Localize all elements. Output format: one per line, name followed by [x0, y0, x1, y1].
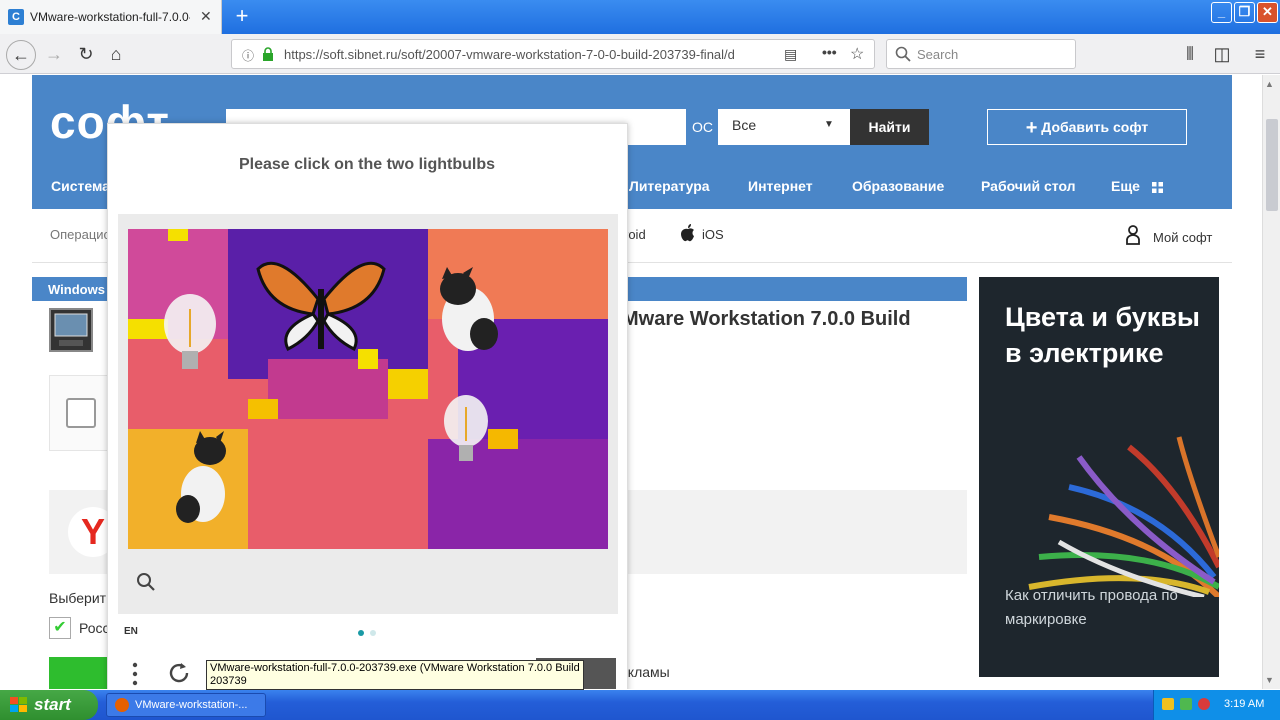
windows-logo-icon [10, 697, 28, 713]
taskbar-item-firefox[interactable]: VMware-workstation-... [106, 693, 266, 717]
scroll-down-icon[interactable]: ▼ [1265, 675, 1274, 685]
refresh-icon[interactable] [166, 660, 192, 686]
find-button[interactable]: Найти [850, 109, 929, 145]
category-more-label: Еще [1111, 178, 1140, 194]
tray-network-icon[interactable] [1162, 698, 1174, 710]
tray-shield-icon[interactable] [1198, 698, 1210, 710]
lock-icon[interactable] [262, 47, 274, 61]
start-label: start [34, 695, 71, 714]
menu-icon[interactable]: ≡ [1248, 42, 1272, 66]
category-literature[interactable]: Литература [629, 178, 710, 194]
section-title: Windows [48, 282, 105, 297]
url-text: https://soft.sibnet.ru/soft/20007-vmware… [284, 47, 735, 62]
close-window-button[interactable]: ✕ [1257, 2, 1278, 23]
tab-bar: С VMware-workstation-full-7.0.0-2037... … [0, 0, 1280, 34]
clock[interactable]: 3:19 AM [1224, 698, 1264, 710]
tab-title: VMware-workstation-full-7.0.0-2037... [30, 10, 190, 24]
start-button[interactable]: start [0, 690, 98, 720]
page-scrollbar[interactable]: ▲ ▼ [1262, 75, 1280, 689]
choose-label: Выберит [49, 590, 107, 606]
subnav-os[interactable]: Операцио [50, 227, 111, 242]
region-checkbox-label: Росс [79, 620, 110, 636]
taskbar: start VMware-workstation-... 3:19 AM [0, 690, 1280, 720]
chevron-down-icon: ▼ [824, 119, 834, 130]
browser-tab[interactable]: С VMware-workstation-full-7.0.0-2037... … [0, 0, 222, 34]
reload-icon[interactable]: ↻ [74, 42, 98, 66]
os-label: ОС [692, 119, 713, 135]
forward-arrow-icon[interactable]: → [42, 42, 66, 66]
captcha-dialog: Please click on the two lightbulbs EN [107, 123, 628, 689]
download-button[interactable] [49, 657, 109, 689]
captcha-challenge-area [118, 214, 618, 614]
library-icon[interactable]: ⫴ [1178, 42, 1202, 66]
system-tray: 3:19 AM [1153, 690, 1280, 720]
grid-icon [1151, 182, 1163, 193]
back-arrow-icon[interactable]: ← [6, 40, 36, 70]
search-field[interactable]: Search [886, 39, 1076, 69]
apple-icon[interactable] [680, 223, 696, 243]
verify-checkbox[interactable] [66, 398, 96, 428]
firefox-icon [115, 698, 129, 712]
page-actions-icon[interactable]: ••• [822, 44, 837, 60]
os-select-value: Все [732, 117, 757, 133]
category-more[interactable]: Еще [1111, 178, 1163, 194]
subnav-ios[interactable]: iOS [702, 227, 724, 242]
wire-bundle-icon [1028, 436, 1219, 597]
navigation-bar: ← → ↻ ⌂ ⓘ https://soft.sibnet.ru/soft/20… [0, 34, 1280, 74]
info-icon[interactable]: ⓘ [242, 47, 254, 64]
bookmark-star-icon[interactable]: ☆ [850, 44, 864, 64]
category-desktop[interactable]: Рабочий стол [981, 178, 1076, 194]
verify-panel [49, 375, 109, 451]
more-options-icon[interactable] [130, 662, 140, 686]
ad-subline: Как отличить провода по маркировке [1005, 587, 1178, 628]
checkmark-icon[interactable]: ✔ [49, 617, 71, 639]
advertisement-banner[interactable]: Цвета и буквы в электрике Как отличить п… [979, 277, 1219, 677]
category-internet[interactable]: Интернет [748, 178, 813, 194]
my-soft-link[interactable]: Мой софт [1153, 230, 1212, 245]
scrollbar-thumb[interactable] [1266, 119, 1278, 211]
language-selector[interactable]: EN [124, 626, 138, 637]
minimize-button[interactable]: _ [1211, 2, 1232, 23]
scroll-up-icon[interactable]: ▲ [1265, 79, 1274, 89]
captcha-prompt: Please click on the two lightbulbs [238, 156, 496, 173]
progress-dot-active [358, 630, 364, 636]
zoom-icon[interactable] [136, 572, 156, 592]
search-icon [895, 46, 911, 62]
taskbar-item-label: VMware-workstation-... [135, 699, 248, 711]
tray-security-icon[interactable] [1180, 698, 1192, 710]
category-education[interactable]: Образование [852, 178, 944, 194]
new-tab-button[interactable]: + [230, 4, 254, 28]
progress-dot [370, 630, 376, 636]
user-icon[interactable] [1126, 225, 1140, 245]
plus-icon: + [1025, 117, 1038, 139]
os-select[interactable]: Все ▼ [718, 109, 850, 145]
captcha-image[interactable] [128, 229, 608, 549]
download-tooltip: VMware-workstation-full-7.0.0-203739.exe… [206, 660, 584, 690]
page-title: Mware Workstation 7.0.0 Build [622, 308, 911, 330]
tab-close-icon[interactable]: ✕ [200, 8, 212, 25]
search-placeholder: Search [917, 47, 959, 62]
ad-headline: Цвета и буквы в электрике [1005, 302, 1200, 368]
add-soft-button[interactable]: + Добавить софт [987, 109, 1187, 145]
reader-view-icon[interactable]: ▤ [784, 46, 797, 63]
page-viewport: софт ОС Все ▼ Найти + Добавить софт Сист… [0, 75, 1262, 689]
add-soft-label: Добавить софт [1041, 119, 1149, 135]
maximize-button[interactable]: ❐ [1234, 2, 1255, 23]
category-system[interactable]: Система [51, 178, 110, 194]
program-thumbnail [49, 308, 93, 352]
home-icon[interactable]: ⌂ [104, 42, 128, 66]
address-bar[interactable]: ⓘ https://soft.sibnet.ru/soft/20007-vmwa… [231, 39, 875, 69]
sidebar-icon[interactable]: ◫ [1210, 42, 1234, 66]
site-favicon-icon: С [8, 9, 24, 25]
